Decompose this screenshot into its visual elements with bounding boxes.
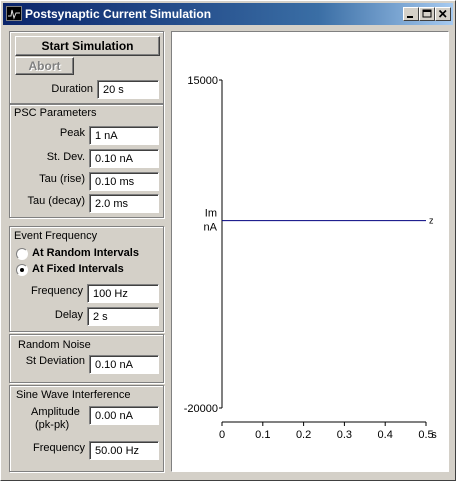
maximize-icon: [422, 9, 432, 18]
maximize-button[interactable]: [419, 7, 435, 21]
fixed-intervals-label[interactable]: At Fixed Intervals: [32, 263, 124, 275]
tau-decay-label: Tau (decay): [27, 195, 85, 207]
delay-field[interactable]: 2 s: [87, 307, 159, 326]
fixed-intervals-radio[interactable]: [16, 264, 28, 276]
radio-selected-dot: [20, 268, 24, 272]
close-icon: [438, 9, 447, 18]
main-window: Postsynaptic Current Simulation Start Si…: [0, 0, 456, 481]
window-title: Postsynaptic Current Simulation: [25, 7, 212, 21]
trace-end-label: z: [429, 216, 434, 226]
y-axis-label: Im: [205, 208, 217, 220]
random-noise-title: Random Noise: [18, 339, 91, 351]
random-intervals-label[interactable]: At Random Intervals: [32, 247, 139, 259]
title-bar[interactable]: Postsynaptic Current Simulation: [3, 3, 453, 25]
x-tick-label: 0.4: [378, 429, 393, 441]
frequency-field[interactable]: 100 Hz: [87, 284, 159, 303]
plot-area[interactable]: 15000 -20000 Im nA 0 0.1 0.2 0.3 0.4 0.5 s z: [171, 31, 449, 472]
stdev-label: St. Dev.: [46, 151, 85, 163]
event-frequency-panel: Event Frequency At Random Intervals At F…: [9, 226, 164, 332]
abort-button[interactable]: Abort: [15, 57, 74, 75]
sine-frequency-label: Frequency: [33, 442, 85, 454]
y-axis-unit: nA: [204, 222, 218, 234]
x-tick-label: 0.2: [296, 429, 311, 441]
close-button[interactable]: [435, 7, 451, 21]
random-noise-panel: Random Noise St Deviation 0.10 nA: [9, 334, 164, 383]
tau-rise-label: Tau (rise): [39, 173, 85, 185]
x-tick-label: 0: [219, 429, 225, 441]
x-tick-label: 0.3: [337, 429, 352, 441]
duration-field[interactable]: 20 s: [97, 80, 159, 99]
x-tick-label: 0.1: [255, 429, 270, 441]
minimize-button[interactable]: [403, 7, 419, 21]
tau-rise-field[interactable]: 0.10 ms: [89, 172, 159, 191]
noise-stdev-label: St Deviation: [25, 355, 85, 367]
delay-label: Delay: [54, 309, 83, 321]
current-chart: 15000-20000ImnA0 0.1 0.2 0.3 0.4 0.5sz: [184, 75, 438, 441]
psc-parameters-panel: PSC Parameters Peak 1 nA St. Dev. 0.10 n…: [9, 104, 164, 218]
sine-frequency-field[interactable]: 50.00 Hz: [89, 441, 159, 460]
amplitude-field[interactable]: 0.00 nA: [89, 406, 159, 425]
sine-wave-panel: Sine Wave Interference Amplitude (pk-pk)…: [9, 385, 164, 472]
peak-label: Peak: [59, 127, 85, 139]
duration-label: Duration: [51, 83, 93, 95]
peak-field[interactable]: 1 nA: [89, 126, 159, 145]
y-tick-label: -20000: [184, 403, 218, 415]
tau-decay-field[interactable]: 2.0 ms: [89, 194, 159, 213]
minimize-icon: [407, 16, 413, 18]
run-controls-panel: Start Simulation Abort Duration 20 s: [9, 31, 164, 104]
oscilloscope-icon: [6, 6, 22, 21]
y-tick-label: 15000: [187, 75, 218, 87]
event-frequency-title: Event Frequency: [14, 230, 98, 242]
stdev-field[interactable]: 0.10 nA: [89, 149, 159, 168]
amplitude-unit-label: (pk-pk): [35, 419, 70, 431]
frequency-label: Frequency: [31, 285, 83, 297]
psc-parameters-title: PSC Parameters: [14, 107, 97, 119]
random-intervals-radio[interactable]: [16, 248, 28, 260]
amplitude-label: Amplitude: [31, 406, 80, 418]
sine-wave-title: Sine Wave Interference: [16, 389, 131, 401]
noise-stdev-field[interactable]: 0.10 nA: [89, 355, 159, 374]
start-simulation-button[interactable]: Start Simulation: [15, 36, 160, 56]
x-axis-unit: s: [431, 429, 437, 441]
